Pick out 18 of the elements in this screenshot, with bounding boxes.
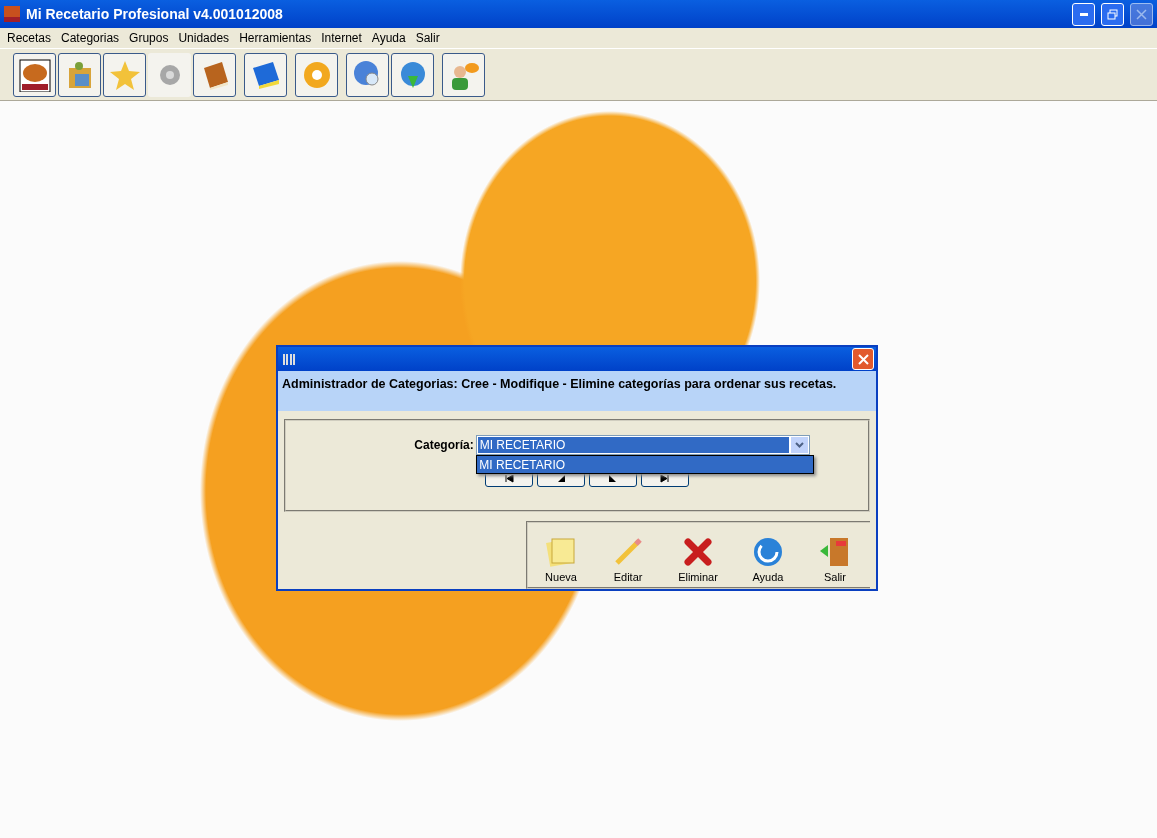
dropdown-option[interactable]: MI RECETARIO bbox=[477, 456, 814, 473]
menu-item[interactable]: Salir bbox=[411, 31, 446, 45]
menu-item[interactable]: Ayuda bbox=[367, 31, 412, 45]
menu-item[interactable]: Recetas bbox=[3, 31, 58, 45]
category-dropdown[interactable]: MI RECETARIO bbox=[475, 435, 810, 455]
header-text: Administrador de Categorias: Cree - Modifique - Elimine categorías para ordenar sus recetas. bbox=[282, 377, 837, 391]
menu-item[interactable]: Grupos bbox=[125, 31, 175, 45]
action-button[interactable]: Ayuda bbox=[750, 535, 785, 583]
action-button[interactable]: Salir bbox=[818, 535, 852, 583]
window-title: Mi Recetario Profesional v4.001012008 bbox=[26, 6, 284, 22]
menu-item[interactable]: Herramientas bbox=[235, 31, 318, 45]
category-label: Categoría: bbox=[414, 438, 474, 452]
menu-item[interactable]: Unidades bbox=[174, 31, 236, 45]
menu-item[interactable]: Categorias bbox=[57, 31, 126, 45]
action-button[interactable]: Editar bbox=[611, 535, 646, 583]
action-button[interactable]: Eliminar bbox=[678, 535, 718, 583]
action-button[interactable]: Nueva bbox=[544, 535, 578, 583]
menu-item[interactable]: Internet bbox=[317, 31, 368, 45]
